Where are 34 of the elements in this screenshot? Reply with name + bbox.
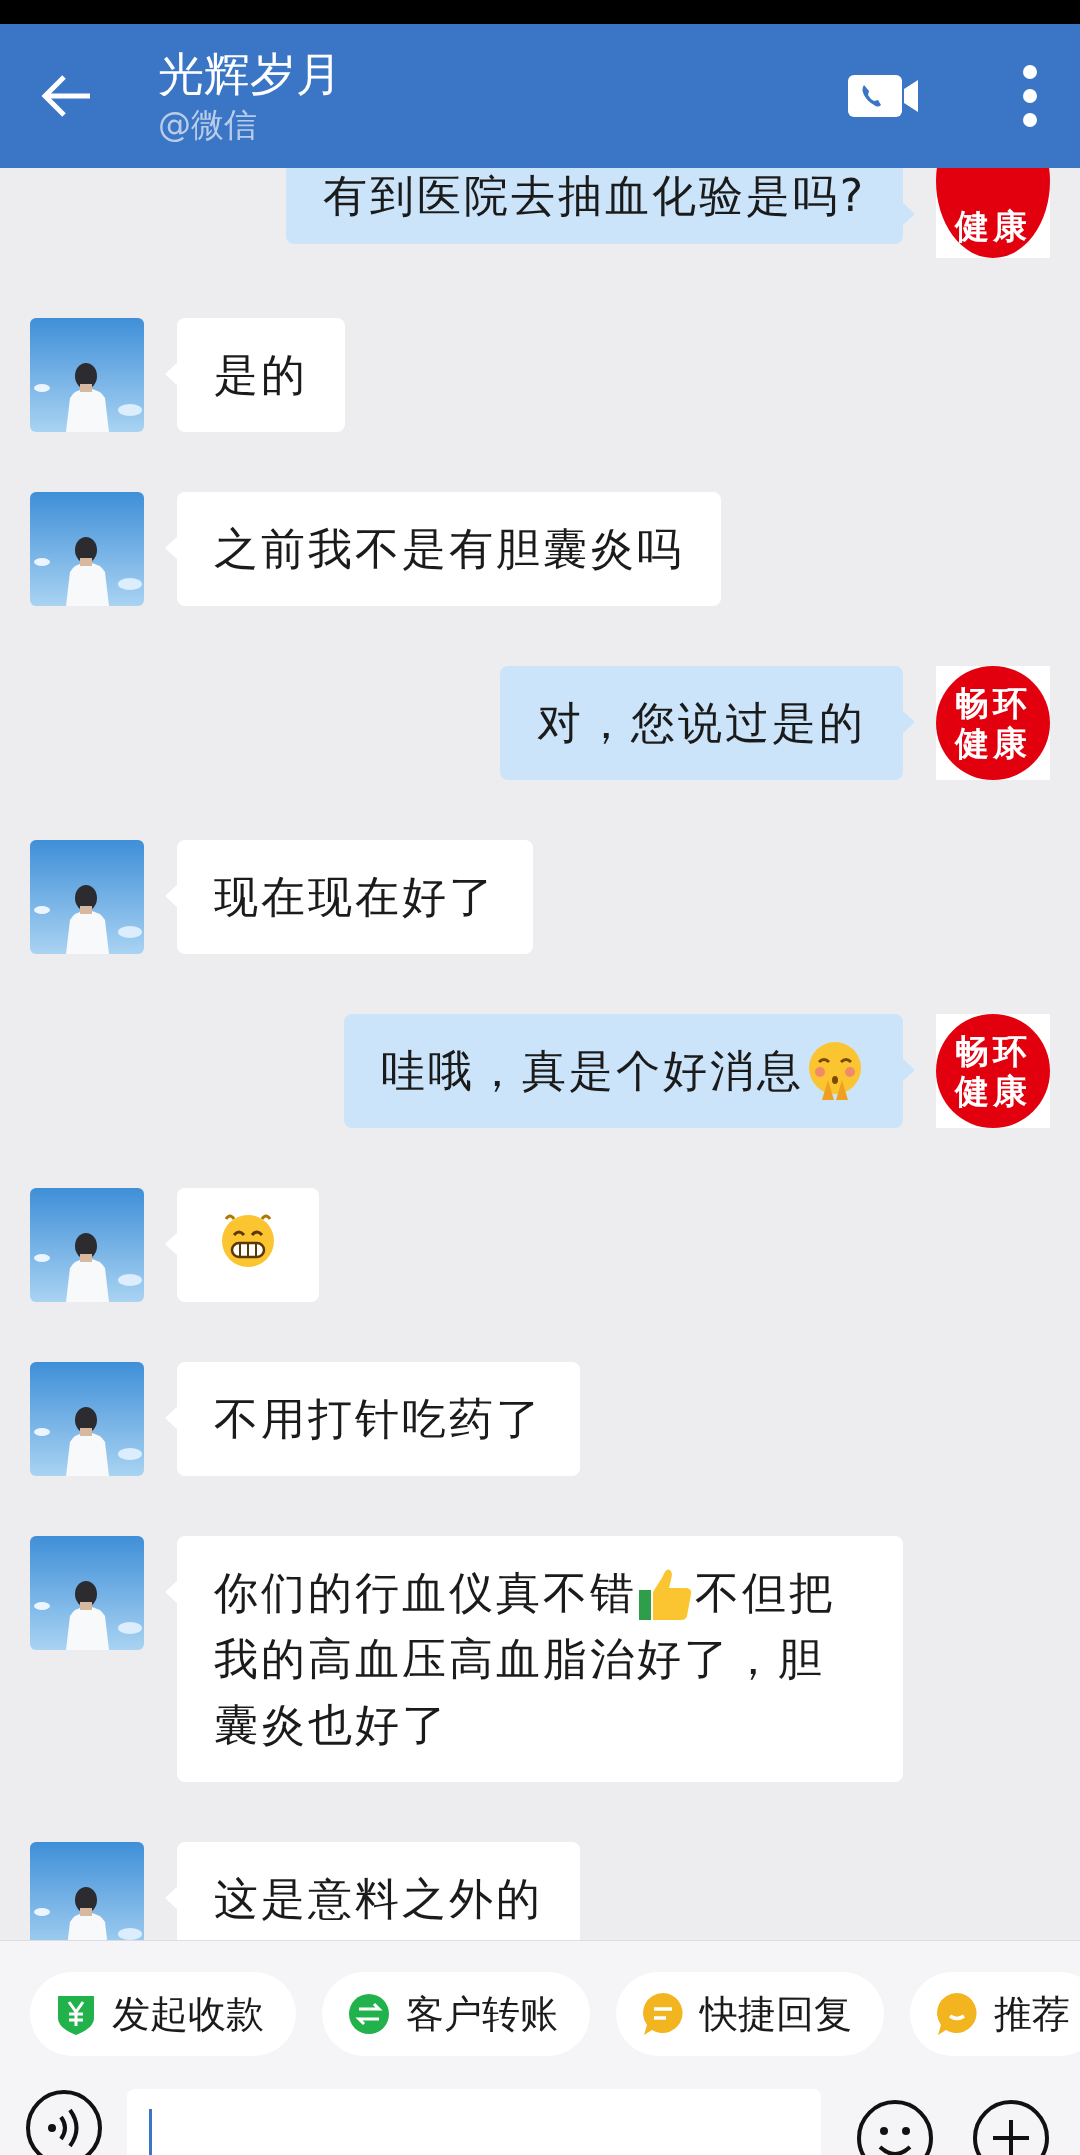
logo-text: 健康 [955, 1071, 1031, 1111]
message-text: 这是意料之外的 [214, 1873, 543, 1924]
message-text: 哇哦，真是个好消息 [381, 1045, 866, 1096]
back-icon[interactable] [40, 73, 92, 119]
transfer-icon [348, 1993, 390, 2035]
contact-source: @微信 [158, 104, 258, 146]
text-cursor-icon [149, 2109, 152, 2155]
message-text: 你们的行血仪真不错 不但把我的高血压高血脂治好了，胆囊炎也好了 [214, 1567, 836, 1750]
avatar-frame[interactable]: 畅环 健康 [936, 1014, 1050, 1128]
logo-text: 畅环 [955, 1031, 1031, 1071]
message-text: 是的 [214, 349, 308, 400]
message-text: 不用打针吃药了 [214, 1393, 543, 1444]
contact-name: 光辉岁月 [158, 46, 343, 103]
add-icon[interactable] [972, 2099, 1050, 2155]
message-text: 现在现在好了 [214, 871, 496, 922]
message-text: 对，您说过是的 [537, 697, 866, 748]
voice-icon[interactable] [25, 2089, 103, 2155]
logo-text: 畅环 [955, 683, 1031, 723]
avatar-frame[interactable]: 畅环 健康 [936, 666, 1050, 780]
smile-bubble-icon [936, 1992, 978, 2036]
quick-action-button[interactable]: 发起收款 [30, 1972, 296, 2056]
avatar-frame[interactable]: 健康 [936, 168, 1050, 258]
emoji-icon[interactable] [856, 2099, 934, 2155]
message-text: 有到医院去抽血化验是吗? [322, 170, 866, 221]
reply-bubble-icon [642, 1992, 684, 2036]
logo-text: 健康 [955, 206, 1031, 246]
quick-action-button[interactable]: 客户转账 [322, 1972, 590, 2056]
logo-text: 健康 [955, 723, 1031, 763]
more-icon[interactable] [1020, 64, 1040, 128]
message-input[interactable] [127, 2089, 821, 2155]
quick-action-button[interactable]: 快捷回复 [616, 1972, 884, 2056]
quick-action-button[interactable]: 推荐 [910, 1972, 1080, 2056]
video-call-icon[interactable] [848, 73, 920, 119]
message-text: 之前我不是有胆囊炎吗 [214, 523, 684, 574]
